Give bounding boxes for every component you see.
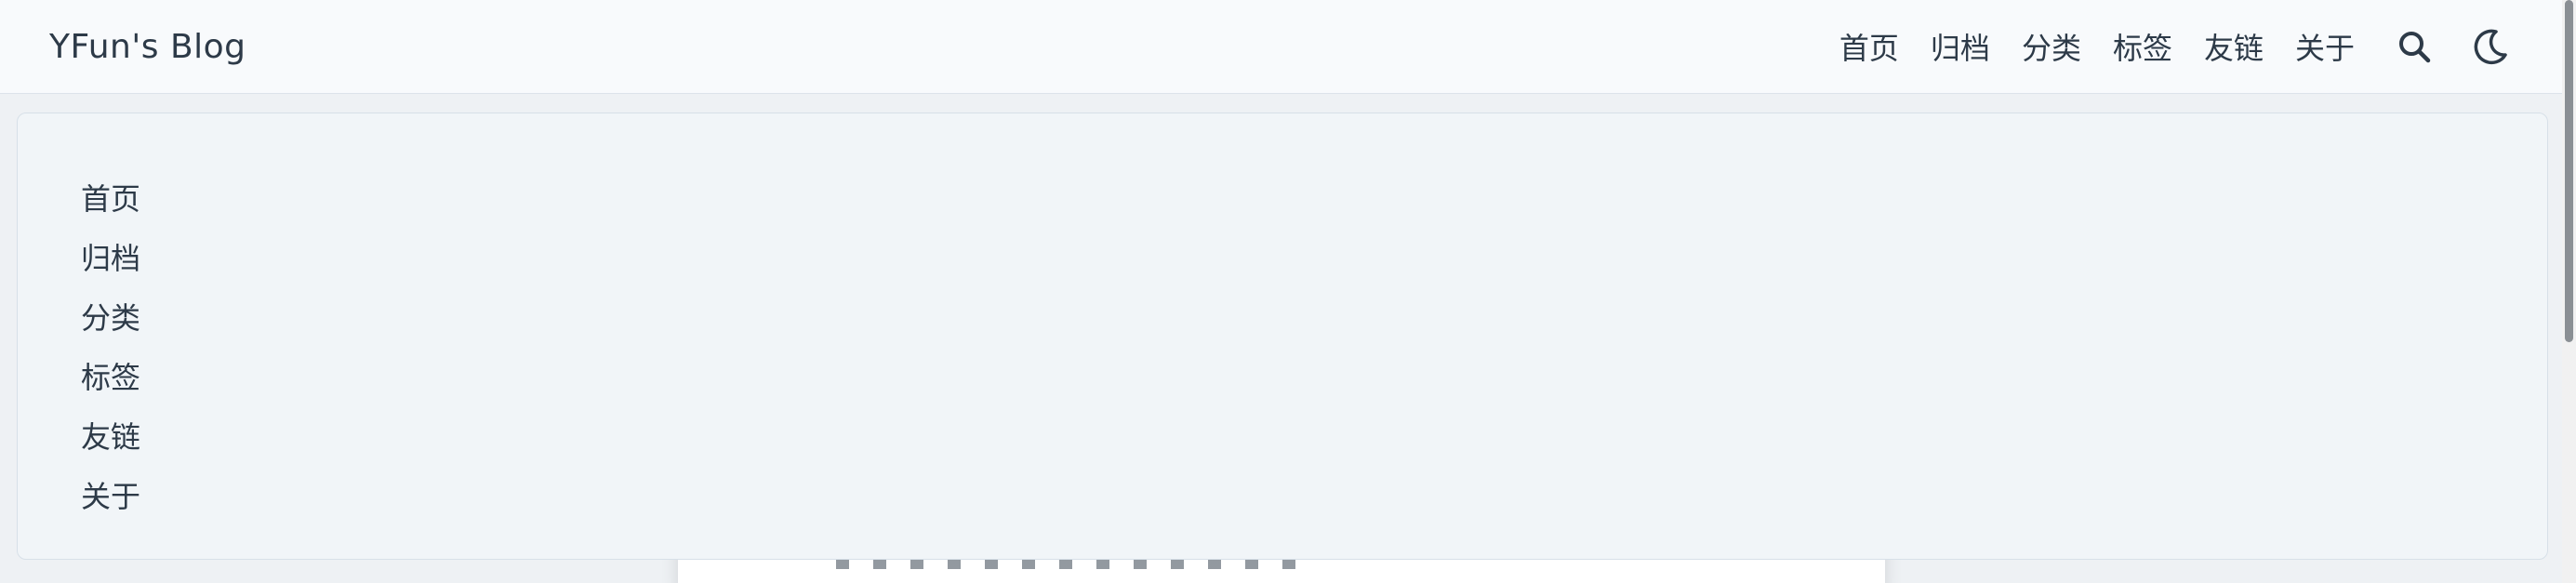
top-navbar: YFun's Blog 首页 归档 分类 标签 友链 关于 bbox=[0, 0, 2562, 94]
menu-item-categories[interactable]: 分类 bbox=[81, 288, 267, 348]
menu-item-tags[interactable]: 标签 bbox=[81, 348, 267, 407]
scrollbar-thumb[interactable] bbox=[2565, 0, 2573, 342]
menu-item-friends[interactable]: 友链 bbox=[81, 407, 267, 467]
nav-link-categories[interactable]: 分类 bbox=[2022, 25, 2081, 68]
search-icon[interactable] bbox=[2392, 24, 2437, 69]
nav-link-about[interactable]: 关于 bbox=[2295, 25, 2355, 68]
page: YFun's Blog 首页 归档 分类 标签 友链 关于 首页 归档 分类 标… bbox=[0, 0, 2576, 583]
main-nav: 首页 归档 分类 标签 友链 关于 bbox=[1839, 24, 2513, 69]
dropdown-menu-panel: 首页 归档 分类 标签 友链 关于 bbox=[17, 113, 2548, 560]
scrollbar-track[interactable] bbox=[2562, 0, 2576, 583]
menu-item-about[interactable]: 关于 bbox=[81, 467, 267, 526]
nav-link-tags[interactable]: 标签 bbox=[2113, 25, 2172, 68]
nav-link-archive[interactable]: 归档 bbox=[1931, 25, 1990, 68]
site-title[interactable]: YFun's Blog bbox=[49, 28, 246, 66]
moon-icon[interactable] bbox=[2468, 24, 2513, 69]
nav-link-home[interactable]: 首页 bbox=[1839, 25, 1899, 68]
menu-item-archive[interactable]: 归档 bbox=[81, 229, 267, 288]
menu-item-home[interactable]: 首页 bbox=[81, 169, 267, 229]
nav-link-friends[interactable]: 友链 bbox=[2204, 25, 2264, 68]
